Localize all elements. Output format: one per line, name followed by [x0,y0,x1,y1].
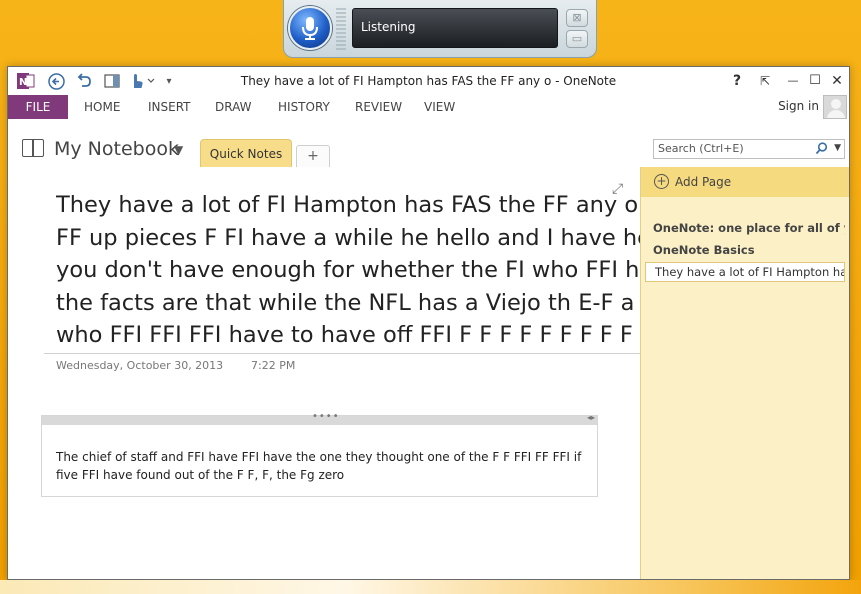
avatar[interactable] [823,95,847,119]
search-icon[interactable] [815,142,828,158]
page-list-item-active[interactable]: They have a lot of FI Hampton ha [645,262,845,282]
maximize-button[interactable]: ☐ [805,71,825,91]
minimize-icon: — [787,74,799,87]
minimize-button[interactable]: — [783,71,803,91]
close-icon: ✕ [831,73,843,89]
note-container-handle[interactable]: •••• ◂▸ [42,411,597,425]
page-title-line: who FFI FFI FFI have to have off FFI F F… [56,322,640,347]
microphone-button[interactable] [288,6,332,50]
page-list-item[interactable]: OneNote: one place for all of your [653,221,845,235]
notebook-icon [22,139,44,157]
add-page-label: Add Page [675,175,732,189]
avatar-head [831,99,841,109]
desktop-background-strip [0,580,861,594]
avatar-body [827,110,845,118]
speech-bar-grip[interactable] [336,8,346,50]
page-title-line: you don't have enough for whether the FI… [56,257,640,283]
minimize-icon: ▭ [571,32,583,45]
page-title[interactable]: They have a lot of FI Hampton has FAS th… [56,189,640,347]
page-list-pane: + Add Page OneNote: one place for all of… [640,167,849,579]
tab-insert[interactable]: INSERT [148,95,191,119]
page-title-line: the facts are that while the NFL has a V… [56,289,640,316]
note-container[interactable]: •••• ◂▸ The chief of staff and FFI have … [41,411,598,497]
page-title-line: FF up pieces F FI have a while he hello … [56,224,640,251]
title-bar: N ▾ They have a lot of FI Hampton has FA… [8,67,849,95]
help-button[interactable]: ? [727,71,747,91]
tab-file[interactable]: FILE [8,95,68,119]
page-title-line: They have a lot of FI Hampton has FAS th… [56,192,640,218]
page-list-item[interactable]: OneNote Basics [653,243,845,257]
search-placeholder: Search (Ctrl+E) [658,142,744,155]
title-divider [44,353,640,354]
chevron-down-icon[interactable]: ▼ [174,143,183,157]
speech-close-button[interactable]: ⊠ [566,9,588,27]
tab-draw[interactable]: DRAW [215,95,252,119]
maximize-icon: ☐ [809,73,821,88]
speech-recognition-bar: Listening ⊠ ▭ [283,0,597,58]
ribbon-tabs: FILE HOME INSERT DRAW HISTORY REVIEW VIE… [8,95,849,121]
tab-home[interactable]: HOME [84,95,120,119]
window-title: They have a lot of FI Hampton has FAS th… [240,74,617,88]
microphone-icon [302,17,318,40]
notebook-name[interactable]: My Notebook [54,138,179,160]
speech-minimize-button[interactable]: ▭ [566,30,588,48]
tab-view[interactable]: VIEW [424,95,455,119]
add-page-button[interactable]: + Add Page [641,167,849,197]
tab-history[interactable]: HISTORY [278,95,330,119]
tab-review[interactable]: REVIEW [355,95,402,119]
resize-handle-icon[interactable]: ◂▸ [587,413,595,422]
page-date: Wednesday, October 30, 2013 [56,359,224,372]
help-icon: ? [732,73,742,89]
tab-quick-notes[interactable]: Quick Notes [200,139,292,167]
close-icon: ⊠ [572,11,582,24]
ribbon-display-icon: ⇱ [759,74,771,88]
notebook-bar: My Notebook ▼ Quick Notes + Search (Ctrl… [8,121,849,171]
drag-handle-icon[interactable]: •••• [312,411,340,422]
close-button[interactable]: ✕ [827,71,847,91]
speech-status-display: Listening [352,8,558,48]
plus-circle-icon: + [654,174,669,189]
speech-status-text: Listening [361,20,416,34]
page-time: 7:22 PM [251,359,296,372]
note-text[interactable]: The chief of staff and FFI have FFI have… [56,448,586,484]
onenote-window: N ▾ They have a lot of FI Hampton has FA… [7,66,850,580]
ribbon-display-button[interactable]: ⇱ [755,71,775,91]
page-canvas[interactable]: ⤢ They have a lot of FI Hampton has FAS … [8,167,640,579]
sign-in-link[interactable]: Sign in [778,99,819,113]
search-input[interactable]: Search (Ctrl+E) ▼ [653,139,845,159]
chevron-down-icon[interactable]: ▼ [834,143,841,153]
add-section-button[interactable]: + [296,145,330,167]
